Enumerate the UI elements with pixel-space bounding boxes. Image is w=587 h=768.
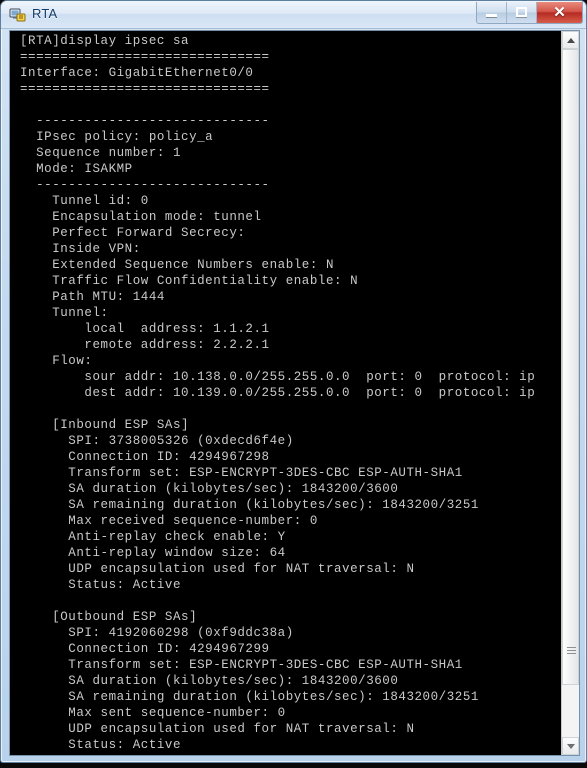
terminal-output[interactable]: [RTA]display ipsec sa ===================… — [10, 31, 562, 755]
terminal-line: Tunnel id: 0 — [20, 194, 149, 208]
terminal-line: local address: 1.1.2.1 — [20, 322, 270, 336]
terminal-line: [Outbound ESP SAs] — [20, 610, 198, 624]
minimize-icon — [486, 14, 497, 17]
vertical-scrollbar[interactable] — [561, 31, 579, 755]
terminal-line: remote address: 2.2.2.1 — [20, 338, 270, 352]
network-app-icon — [9, 6, 27, 24]
terminal-line: Perfect Forward Secrecy: — [20, 226, 246, 240]
terminal-line: Max sent sequence-number: 0 — [20, 706, 286, 720]
terminal-line: Mode: ISAKMP — [20, 162, 133, 176]
terminal-line: =============================== — [20, 82, 270, 96]
terminal-line: ----------------------------- — [20, 114, 270, 128]
terminal-line: Flow: — [20, 354, 93, 368]
terminal-line: Transform set: ESP-ENCRYPT-3DES-CBC ESP-… — [20, 658, 463, 672]
terminal-line: dest addr: 10.139.0.0/255.255.0.0 port: … — [20, 386, 536, 400]
terminal-line: Traffic Flow Confidentiality enable: N — [20, 274, 359, 288]
terminal-line: SPI: 3738005326 (0xdecd6f4e) — [20, 434, 294, 448]
terminal-window: RTA ✕ [RTA]display ipsec sa =============… — [0, 0, 587, 763]
close-button[interactable]: ✕ — [537, 2, 582, 23]
terminal-line: Anti-replay window size: 64 — [20, 546, 286, 560]
terminal-line: sour addr: 10.138.0.0/255.255.0.0 port: … — [20, 370, 536, 384]
scrollbar-grip-icon — [567, 647, 576, 656]
terminal-line: Status: Active — [20, 578, 182, 592]
terminal-line: Sequence number: 1 — [20, 146, 182, 160]
terminal-line: SA duration (kilobytes/sec): 1843200/360… — [20, 674, 399, 688]
scroll-up-arrow-icon — [567, 38, 575, 43]
terminal-line: ----------------------------- — [20, 178, 270, 192]
terminal-line: Connection ID: 4294967299 — [20, 642, 270, 656]
terminal-line: UDP encapsulation used for NAT traversal… — [20, 722, 415, 736]
terminal-line: Anti-replay check enable: Y — [20, 530, 286, 544]
terminal-line: Transform set: ESP-ENCRYPT-3DES-CBC ESP-… — [20, 466, 463, 480]
window-controls: ✕ — [476, 2, 583, 24]
scroll-down-button[interactable] — [562, 737, 579, 755]
terminal-line: Inside VPN: — [20, 242, 141, 256]
terminal-line: IPsec policy: policy_a — [20, 130, 214, 144]
terminal-line: SA remaining duration (kilobytes/sec): 1… — [20, 690, 479, 704]
terminal-line: Path MTU: 1444 — [20, 290, 165, 304]
terminal-line: Max received sequence-number: 0 — [20, 514, 318, 528]
title-bar[interactable]: RTA ✕ — [1, 1, 586, 29]
maximize-icon — [516, 7, 527, 17]
scroll-down-arrow-icon — [567, 744, 575, 749]
terminal-line: Interface: GigabitEthernet0/0 — [20, 66, 254, 80]
terminal-line: =============================== — [20, 50, 270, 64]
terminal-line: [Inbound ESP SAs] — [20, 418, 190, 432]
minimize-button[interactable] — [477, 2, 507, 23]
terminal-line: Status: Active — [20, 738, 182, 752]
terminal-line: Encapsulation mode: tunnel — [20, 210, 262, 224]
terminal-client-area: [RTA]display ipsec sa ===================… — [9, 30, 580, 756]
maximize-button[interactable] — [507, 2, 537, 23]
close-icon: ✕ — [553, 4, 566, 21]
terminal-line: [RTA]display ipsec sa — [20, 34, 190, 48]
terminal-line: SA remaining duration (kilobytes/sec): 1… — [20, 498, 479, 512]
terminal-line: SA duration (kilobytes/sec): 1843200/360… — [20, 482, 399, 496]
terminal-line: Connection ID: 4294967298 — [20, 450, 270, 464]
terminal-line: Extended Sequence Numbers enable: N — [20, 258, 334, 272]
scroll-up-button[interactable] — [562, 31, 579, 49]
terminal-line: SPI: 4192060298 (0xf9ddc38a) — [20, 626, 294, 640]
terminal-line: UDP encapsulation used for NAT traversal… — [20, 562, 415, 576]
scrollbar-track[interactable] — [562, 49, 579, 737]
terminal-line: Tunnel: — [20, 306, 109, 320]
window-title: RTA — [32, 6, 58, 21]
scrollbar-thumb[interactable] — [562, 49, 579, 685]
